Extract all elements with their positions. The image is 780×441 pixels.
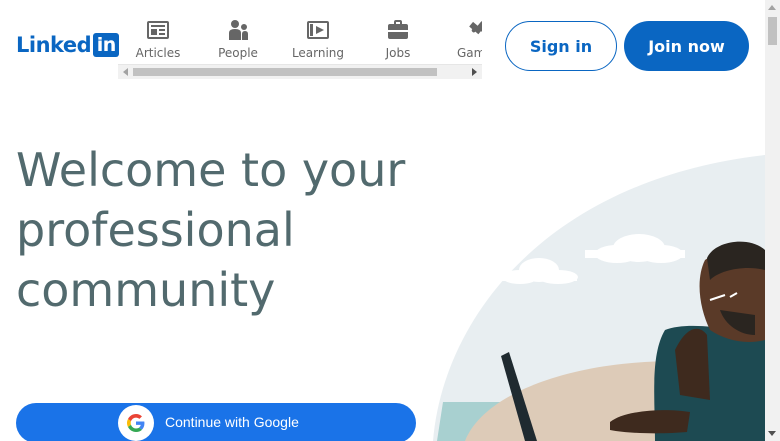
hero-headline: Welcome to your professional community: [16, 143, 406, 317]
google-g-icon: [127, 414, 145, 432]
scroll-up-arrow-icon[interactable]: [768, 5, 776, 10]
sign-in-button[interactable]: Sign in: [505, 21, 617, 71]
continue-with-google-button[interactable]: Continue with Google: [16, 403, 416, 441]
scroll-right-arrow-icon[interactable]: [472, 68, 477, 76]
linkedin-logo[interactable]: Linked in: [16, 32, 120, 58]
scroll-left-arrow-icon[interactable]: [123, 68, 128, 76]
top-nav: Articles People Learning Jobs Gam: [118, 14, 482, 64]
logo-in-box: in: [93, 33, 120, 57]
join-now-button[interactable]: Join now: [624, 21, 749, 71]
nav-item-people[interactable]: People: [198, 14, 278, 64]
nav-item-articles[interactable]: Articles: [118, 14, 198, 64]
page-vertical-scrollbar[interactable]: [765, 0, 780, 441]
nav-label-games: Games: [457, 46, 482, 60]
nav-scrollbar-thumb[interactable]: [133, 68, 437, 76]
articles-icon: [147, 21, 169, 39]
nav-label-jobs: Jobs: [385, 46, 411, 60]
nav-label-articles: Articles: [135, 46, 181, 60]
scroll-down-arrow-icon[interactable]: [768, 431, 776, 436]
logo-wordmark: Linked: [16, 33, 92, 57]
nav-item-games[interactable]: Games: [438, 14, 482, 64]
hero-illustration: [433, 155, 765, 441]
top-nav-strip: Articles People Learning Jobs Gam: [118, 14, 482, 64]
nav-horizontal-scrollbar[interactable]: [118, 64, 482, 79]
nav-label-learning: Learning: [291, 46, 345, 60]
jobs-icon: [388, 20, 408, 39]
games-icon: [469, 21, 482, 35]
people-icon: [229, 20, 248, 40]
nav-label-people: People: [218, 46, 258, 60]
nav-item-jobs[interactable]: Jobs: [358, 14, 438, 64]
learning-icon: [307, 21, 329, 39]
nav-item-learning[interactable]: Learning: [278, 14, 358, 64]
continue-with-google-label: Continue with Google: [165, 414, 299, 430]
page-scrollbar-thumb[interactable]: [768, 17, 777, 45]
google-logo-circle: [118, 405, 154, 441]
